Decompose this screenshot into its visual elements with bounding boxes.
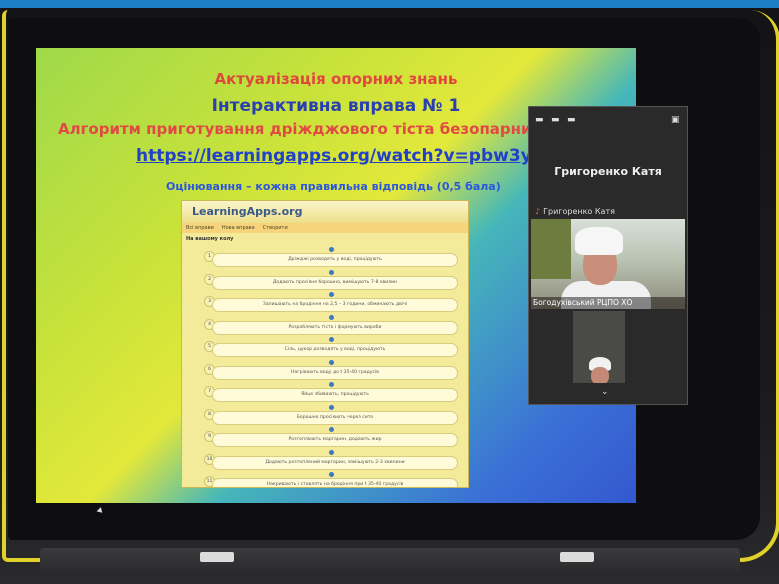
speaker-label-text: Григоренко Катя bbox=[543, 207, 615, 216]
laptop-screen: Актуалізація опорних знань Інтерактивна … bbox=[8, 18, 760, 540]
toolbar-item[interactable]: Всі вправи bbox=[186, 225, 214, 231]
list-item[interactable]: 1 Дріжджі розводять у воді, процідують bbox=[182, 245, 468, 268]
restore-icon[interactable]: ▬ bbox=[551, 115, 560, 125]
learningapps-toolbar: Всі вправи Нова вправа Створити bbox=[182, 223, 468, 233]
active-speaker-name: Григоренко Катя bbox=[554, 165, 662, 178]
drag-handle-icon[interactable] bbox=[329, 337, 334, 342]
item-text[interactable]: Розтоплюють маргарин, додають жир bbox=[212, 433, 458, 447]
usb-port bbox=[200, 552, 234, 562]
speaker-label: ♪ Григоренко Катя bbox=[535, 207, 615, 216]
list-item[interactable]: 8 Борошно просіюють через сито bbox=[182, 403, 468, 426]
participant-video[interactable] bbox=[531, 219, 685, 309]
microphone-icon: ♪ bbox=[535, 207, 541, 216]
list-item[interactable]: 3 Залишають на бродіння на 2,5 – 3 години… bbox=[182, 290, 468, 313]
mouse-cursor-icon bbox=[96, 507, 105, 515]
drag-handle-icon[interactable] bbox=[329, 269, 334, 275]
list-item[interactable]: 4 Розробляють тісто і формують вироби bbox=[182, 313, 468, 336]
list-item[interactable]: 7 Яйце збивають, процідують bbox=[182, 380, 468, 403]
drag-handle-icon[interactable] bbox=[329, 314, 334, 320]
drag-handle-icon[interactable] bbox=[329, 449, 334, 455]
item-text[interactable]: Додають просіяне борошно, вимішують 7-8 … bbox=[212, 275, 458, 290]
ordering-list: 1 Дріжджі розводять у воді, процідують 2 До… bbox=[182, 245, 468, 487]
participant-name-caption: Богодухівський РЦПО ХО bbox=[531, 297, 685, 309]
chef-hat bbox=[575, 227, 623, 255]
list-item[interactable]: 6 Нагрівають воду до t 35-40 градусів bbox=[182, 358, 468, 381]
drag-handle-icon[interactable] bbox=[329, 359, 334, 365]
usb-port bbox=[560, 552, 594, 562]
item-text[interactable]: Додають розтоплений маргарин, замішують … bbox=[212, 455, 458, 470]
video-call-panel: ▬ ▬ ▬ ▣ Григоренко Катя ♪ Григоренко Катя… bbox=[528, 106, 688, 405]
drag-handle-icon[interactable] bbox=[329, 427, 334, 432]
slide-title: Актуалізація опорних знань bbox=[214, 70, 458, 88]
item-text[interactable]: Борошно просіюють через сито bbox=[212, 410, 458, 425]
item-text[interactable]: Накривають і ставлять на бродіння при t … bbox=[212, 478, 458, 487]
drag-handle-icon[interactable] bbox=[329, 472, 334, 477]
learningapps-instruction: На вашому колу bbox=[186, 236, 234, 242]
learningapps-screenshot: LearningApps.org Всі вправи Нова вправа … bbox=[181, 200, 469, 488]
list-item[interactable]: 9 Розтоплюють маргарин, додають жир bbox=[182, 425, 468, 448]
photo-top-edge bbox=[0, 0, 779, 8]
list-item[interactable]: 11 Накривають і ставлять на бродіння при … bbox=[182, 470, 468, 487]
participant-video-2[interactable] bbox=[573, 311, 625, 383]
toolbar-item[interactable]: Створити bbox=[263, 225, 288, 231]
board bbox=[531, 219, 571, 279]
item-text[interactable]: Яйце збивають, процідують bbox=[212, 388, 458, 402]
drag-handle-icon[interactable] bbox=[329, 404, 334, 410]
person-face bbox=[591, 367, 609, 383]
item-text[interactable]: Сіль, цукор розводять у воді, процідують bbox=[212, 343, 458, 357]
minimize-icon[interactable]: ▬ bbox=[535, 115, 544, 125]
toolbar-item[interactable]: Нова вправа bbox=[222, 225, 255, 231]
drag-handle-icon[interactable] bbox=[329, 382, 334, 387]
list-item[interactable]: 5 Сіль, цукор розводять у воді, процідуют… bbox=[182, 335, 468, 358]
laptop-hinge bbox=[40, 548, 740, 576]
learningapps-header: LearningApps.org bbox=[182, 201, 468, 223]
drag-handle-icon[interactable] bbox=[329, 292, 334, 297]
item-text[interactable]: Залишають на бродіння на 2,5 – 3 години,… bbox=[212, 298, 458, 312]
layout-icon[interactable]: ▣ bbox=[671, 115, 680, 125]
item-text[interactable]: Дріжджі розводять у воді, процідують bbox=[212, 253, 458, 267]
item-text[interactable]: Розробляють тісто і формують вироби bbox=[212, 320, 458, 335]
drag-handle-icon[interactable] bbox=[329, 247, 334, 252]
grid-icon[interactable]: ▬ bbox=[567, 115, 576, 125]
learningapps-logo: LearningApps.org bbox=[192, 205, 303, 218]
list-item[interactable]: 2 Додають просіяне борошно, вимішують 7-8… bbox=[182, 268, 468, 291]
chevron-down-icon[interactable]: ⌄ bbox=[601, 387, 609, 397]
item-text[interactable]: Нагрівають воду до t 35-40 градусів bbox=[212, 365, 458, 380]
list-item[interactable]: 10 Додають розтоплений маргарин, замішуют… bbox=[182, 448, 468, 471]
